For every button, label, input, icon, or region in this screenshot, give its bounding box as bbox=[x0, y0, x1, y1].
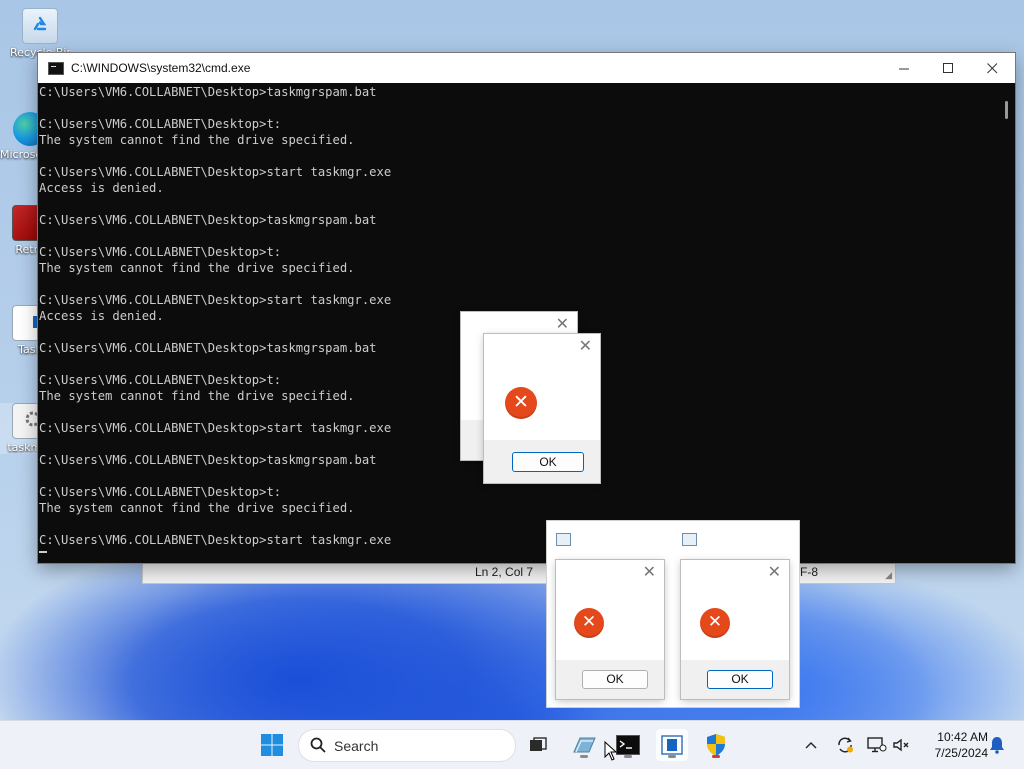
update-tray-button[interactable] bbox=[830, 729, 860, 761]
chevron-up-icon bbox=[805, 742, 817, 749]
console-line: C:\Users\VM6.COLLABNET\Desktop>taskmgrsp… bbox=[39, 213, 377, 227]
close-icon bbox=[986, 62, 997, 73]
console-line: C:\Users\VM6.COLLABNET\Desktop>t: bbox=[39, 117, 282, 131]
console-line: C:\Users\VM6.COLLABNET\Desktop>taskmgrsp… bbox=[39, 85, 377, 99]
alert-indicator bbox=[712, 755, 720, 758]
console-line: The system cannot find the drive specifi… bbox=[39, 501, 355, 515]
window-icon bbox=[556, 533, 571, 546]
taskbar-search[interactable]: Search bbox=[298, 729, 516, 762]
console-line: The system cannot find the drive specifi… bbox=[39, 133, 355, 147]
bell-icon bbox=[990, 737, 1004, 754]
scrollbar-thumb[interactable] bbox=[1005, 101, 1008, 119]
minimize-button[interactable] bbox=[881, 53, 927, 83]
sync-icon bbox=[838, 737, 853, 753]
encoding-label: F-8 bbox=[800, 565, 818, 579]
show-hidden-icons-button[interactable] bbox=[796, 729, 826, 761]
active-indicator bbox=[668, 755, 676, 758]
error-icon: ✕ bbox=[574, 608, 604, 638]
console-line: C:\Users\VM6.COLLABNET\Desktop>t: bbox=[39, 485, 282, 499]
clock-time: 10:42 AM bbox=[937, 730, 988, 744]
running-indicator bbox=[580, 755, 588, 758]
search-label: Search bbox=[334, 738, 379, 754]
close-icon[interactable]: ✕ bbox=[579, 338, 592, 354]
maximize-icon bbox=[942, 62, 953, 73]
console-scrollbar[interactable] bbox=[999, 83, 1015, 563]
dialog-footer: OK bbox=[556, 660, 664, 699]
volume-tray-button[interactable] bbox=[888, 729, 914, 761]
error-dialog[interactable]: ✕ ✕ OK bbox=[484, 334, 600, 483]
mouse-cursor-icon bbox=[604, 741, 618, 761]
console-line: The system cannot find the drive specifi… bbox=[39, 261, 355, 275]
close-icon[interactable]: ✕ bbox=[768, 564, 781, 580]
console-line: C:\Users\VM6.COLLABNET\Desktop>start tas… bbox=[39, 165, 392, 179]
volume-muted-icon bbox=[893, 738, 909, 752]
running-indicator bbox=[624, 755, 632, 758]
console-line: Access is denied. bbox=[39, 181, 164, 195]
recycle-bin-icon bbox=[22, 8, 58, 44]
task-view-icon bbox=[530, 737, 547, 751]
windows-logo-icon bbox=[261, 734, 283, 756]
console-line: C:\Users\VM6.COLLABNET\Desktop>t: bbox=[39, 245, 282, 259]
dialog-footer: OK bbox=[681, 660, 789, 699]
error-icon: ✕ bbox=[505, 387, 537, 419]
taskbar-app-file-explorer[interactable] bbox=[568, 729, 600, 761]
console-line: C:\Users\VM6.COLLABNET\Desktop>start tas… bbox=[39, 533, 392, 547]
ok-button[interactable]: OK bbox=[707, 670, 773, 689]
start-button[interactable] bbox=[256, 729, 288, 761]
cmd-window[interactable]: C:\WINDOWS\system32\cmd.exe C:\Users\VM6… bbox=[38, 53, 1015, 563]
cmd-app-icon bbox=[48, 61, 64, 75]
taskbar-app-notepad[interactable] bbox=[656, 729, 688, 761]
monitor-network-icon bbox=[867, 737, 887, 753]
console-line: C:\Users\VM6.COLLABNET\Desktop>start tas… bbox=[39, 293, 392, 307]
taskbar: Search 10:42 AM 7/25/2024 bbox=[0, 720, 1024, 769]
terminal-icon bbox=[616, 735, 640, 755]
window-icon bbox=[682, 533, 697, 546]
task-view-button[interactable] bbox=[522, 729, 554, 761]
error-dialog[interactable]: ✕ ✕ OK bbox=[556, 560, 664, 699]
file-app-icon bbox=[573, 737, 596, 753]
cmd-window-title: C:\WINDOWS\system32\cmd.exe bbox=[71, 61, 251, 75]
close-button[interactable] bbox=[969, 53, 1015, 83]
close-icon[interactable]: ✕ bbox=[643, 564, 656, 580]
clock-date: 7/25/2024 bbox=[934, 746, 988, 760]
console-cursor bbox=[39, 551, 47, 553]
search-icon bbox=[310, 737, 326, 753]
ok-button[interactable]: OK bbox=[512, 452, 584, 472]
dialog-footer: OK bbox=[484, 440, 600, 483]
cursor-position: Ln 2, Col 7 bbox=[475, 565, 534, 579]
ok-button[interactable]: OK bbox=[582, 670, 648, 689]
shield-icon bbox=[707, 734, 725, 756]
close-icon[interactable]: ✕ bbox=[556, 316, 569, 332]
error-dialog[interactable]: ✕ ✕ OK bbox=[681, 560, 789, 699]
resize-grip-icon[interactable]: ◢ bbox=[885, 570, 892, 581]
minimize-icon bbox=[898, 68, 909, 69]
notifications-button[interactable] bbox=[984, 729, 1010, 761]
notepad-icon bbox=[661, 735, 683, 755]
system-clock[interactable]: 10:42 AM 7/25/2024 bbox=[918, 729, 988, 761]
error-icon: ✕ bbox=[700, 608, 730, 638]
cmd-title-bar[interactable]: C:\WINDOWS\system32\cmd.exe bbox=[38, 53, 1015, 83]
desktop-icon-recycle-bin[interactable]: Recycle Bin bbox=[10, 8, 70, 59]
maximize-button[interactable] bbox=[925, 53, 971, 83]
taskbar-app-security[interactable] bbox=[700, 729, 732, 761]
